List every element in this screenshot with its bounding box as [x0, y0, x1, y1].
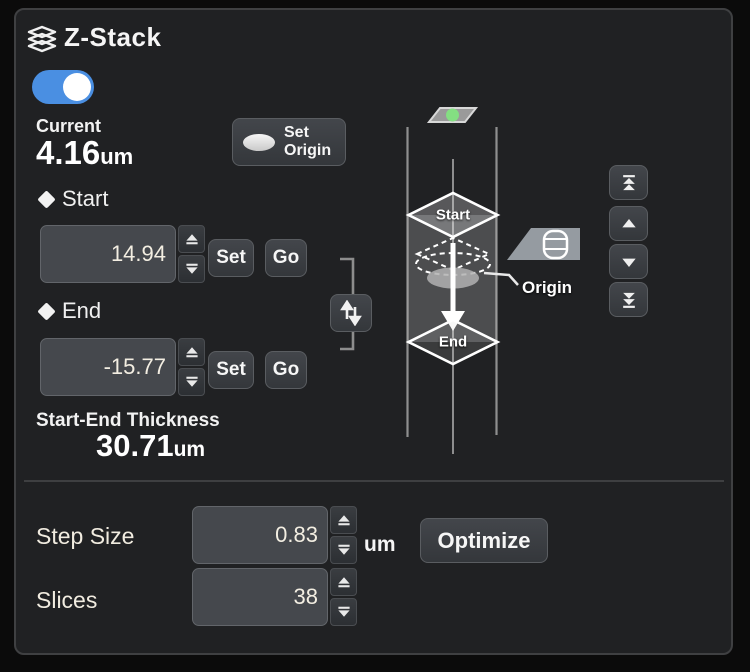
start-field	[40, 225, 205, 283]
optimize-button[interactable]: Optimize	[420, 518, 548, 563]
slices-spinner	[330, 568, 357, 626]
step-size-unit: um	[364, 533, 396, 557]
start-go-button[interactable]: Go	[265, 239, 307, 277]
start-set-button[interactable]: Set	[208, 239, 254, 277]
viz-start-label: Start	[436, 207, 470, 224]
step-size-input[interactable]	[192, 506, 328, 564]
spin-up-icon[interactable]	[178, 225, 205, 253]
thickness-value: 30.71um	[96, 430, 205, 461]
end-set-button[interactable]: Set	[208, 351, 254, 389]
move-to-bottom-button[interactable]	[609, 282, 648, 317]
arrow-down-icon	[619, 252, 639, 272]
end-row-label: End	[40, 298, 101, 324]
end-input[interactable]	[40, 338, 176, 396]
start-label: Start	[62, 186, 108, 212]
step-size-label: Step Size	[36, 523, 134, 550]
spin-down-icon[interactable]	[178, 368, 205, 396]
section-divider	[24, 480, 724, 482]
spin-down-icon[interactable]	[178, 255, 205, 283]
double-arrow-down-icon	[619, 290, 639, 310]
diamond-icon	[37, 190, 55, 208]
objective-lens-icon	[507, 228, 580, 260]
current-value-number: 4.16	[36, 134, 100, 171]
thickness-value-unit: um	[174, 438, 206, 461]
z-stack-panel: Z-Stack Current 4.16um Set Origin Start …	[14, 8, 733, 655]
end-field	[40, 338, 205, 396]
slices-field	[192, 568, 357, 626]
current-value-unit: um	[100, 144, 133, 169]
step-size-field	[192, 506, 357, 564]
current-value: 4.16um	[36, 136, 133, 169]
end-label: End	[62, 298, 101, 324]
spin-down-icon[interactable]	[330, 598, 357, 626]
spin-up-icon[interactable]	[330, 568, 357, 596]
end-spinner	[178, 338, 205, 396]
move-up-button[interactable]	[609, 206, 648, 241]
origin-ellipse-icon	[243, 134, 275, 151]
spin-down-icon[interactable]	[330, 536, 357, 564]
slices-input[interactable]	[192, 568, 328, 626]
viz-end-label: End	[439, 334, 467, 351]
set-origin-label: Set Origin	[284, 124, 331, 159]
double-arrow-up-icon	[619, 173, 639, 193]
move-to-top-button[interactable]	[609, 165, 648, 200]
move-down-button[interactable]	[609, 244, 648, 279]
panel-title: Z-Stack	[64, 22, 161, 53]
spin-up-icon[interactable]	[330, 506, 357, 534]
arrow-up-icon	[619, 214, 639, 234]
swap-vertical-arrows-icon	[339, 300, 363, 326]
thickness-value-number: 30.71	[96, 428, 174, 463]
spin-up-icon[interactable]	[178, 338, 205, 366]
toggle-knob	[63, 73, 91, 101]
viz-origin-label: Origin	[522, 278, 572, 298]
start-spinner	[178, 225, 205, 283]
start-row-label: Start	[40, 186, 108, 212]
step-size-spinner	[330, 506, 357, 564]
layers-stack-icon	[25, 25, 59, 55]
zstack-enable-toggle[interactable]	[32, 70, 94, 104]
swap-start-end-button[interactable]	[330, 294, 372, 332]
diamond-icon	[37, 302, 55, 320]
green-dot-plane-icon	[429, 108, 476, 122]
slices-label: Slices	[36, 587, 97, 614]
end-go-button[interactable]: Go	[265, 351, 307, 389]
start-input[interactable]	[40, 225, 176, 283]
set-origin-button[interactable]: Set Origin	[232, 118, 346, 166]
